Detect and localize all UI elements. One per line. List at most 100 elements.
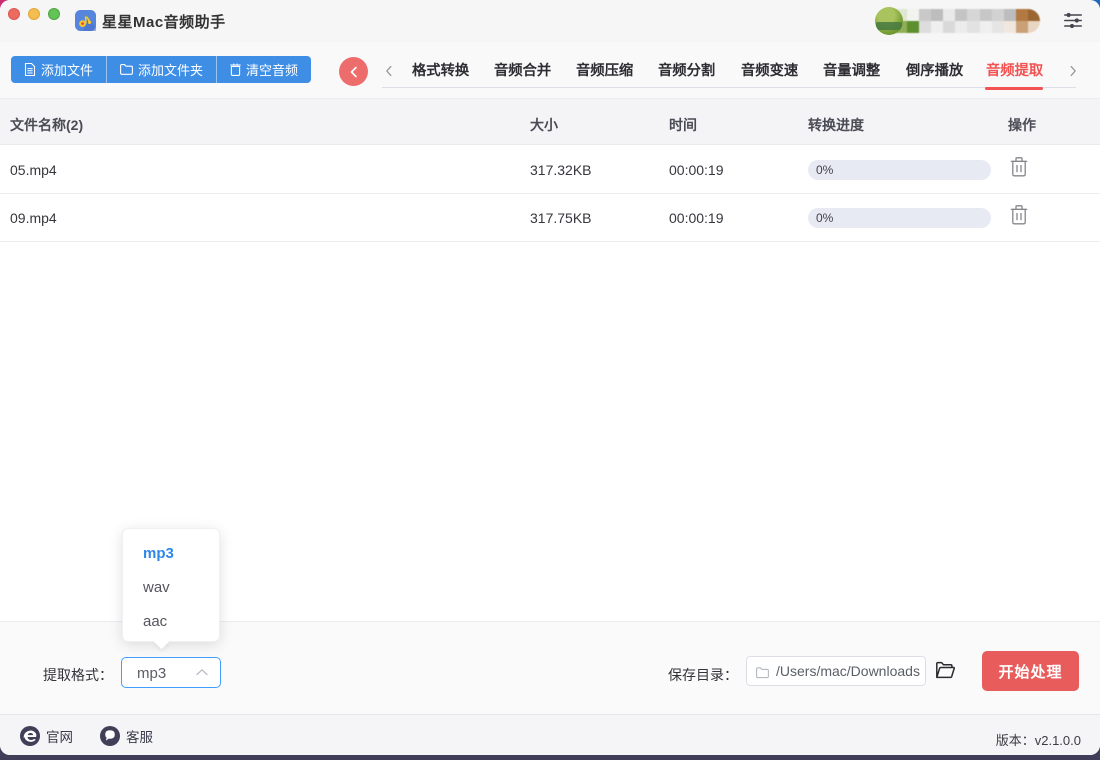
mosaic-block [943, 9, 956, 21]
mosaic-block [955, 9, 968, 21]
browse-folder-button[interactable] [934, 661, 956, 681]
table-row: 05.mp4 317.32KB 00:00:19 0% [0, 146, 1100, 194]
column-progress: 转换进度 [808, 117, 864, 133]
file-name: 09.mp4 [10, 210, 57, 226]
open-folder-icon [936, 661, 956, 679]
chat-icon [100, 725, 120, 746]
settings-sliders-icon[interactable] [1064, 12, 1082, 29]
version-text: 版本：v2.1.0.0 [995, 733, 1081, 748]
mosaic-block [991, 9, 1004, 21]
mosaic-block [943, 21, 956, 33]
tab-reverse-play[interactable]: 倒序播放 [906, 64, 963, 78]
column-size: 大小 [530, 117, 558, 133]
table-row: 09.mp4 317.75KB 00:00:19 0% [0, 194, 1100, 242]
format-label: 提取格式： [43, 667, 113, 683]
folder-icon [756, 667, 769, 679]
official-site-link[interactable]: 官网 [20, 715, 73, 755]
mosaic-block [979, 21, 992, 33]
trash-icon [1010, 157, 1027, 177]
mosaic-block [1003, 9, 1016, 21]
table-header: 文件名称(2) 大小 时间 转换进度 操作 [0, 98, 1100, 145]
tab-audio-compress[interactable]: 音频压缩 [576, 64, 633, 78]
mosaic-block [1027, 9, 1040, 21]
tab-audio-split[interactable]: 音频分割 [658, 64, 715, 78]
collapse-tabs-button[interactable] [339, 57, 368, 86]
file-icon [24, 63, 36, 76]
mosaic-block [967, 21, 980, 33]
customer-support-link[interactable]: 客服 [100, 715, 153, 755]
mosaic-block [931, 9, 944, 21]
format-select[interactable]: mp3 [121, 657, 221, 688]
mosaic-block [1027, 21, 1040, 33]
progress-bar: 0% [808, 208, 991, 228]
tabs-scroll-right-button[interactable] [1065, 63, 1081, 79]
titlebar: 星星Mac音频助手 [0, 0, 1100, 42]
progress-value: 0% [816, 211, 834, 225]
website-icon [20, 725, 40, 746]
mosaic-block [1003, 21, 1016, 33]
dropdown-option-wav[interactable]: wav [123, 571, 219, 605]
add-folder-label: 添加文件夹 [138, 63, 204, 78]
format-selected-value: mp3 [137, 665, 167, 682]
mosaic-block [919, 21, 932, 33]
column-action: 操作 [1008, 117, 1036, 133]
save-dir-input[interactable] [746, 656, 926, 686]
format-dropdown-popup: mp3 wav aac [122, 528, 220, 650]
add-file-label: 添加文件 [41, 63, 94, 78]
file-duration: 00:00:19 [669, 162, 724, 178]
column-name: 文件名称(2) [10, 117, 84, 133]
mosaic-block [979, 9, 992, 21]
censored-username [895, 9, 1040, 33]
delete-row-button[interactable] [1008, 205, 1029, 227]
traffic-light-minimize[interactable] [28, 8, 40, 20]
website-label: 官网 [46, 729, 73, 745]
save-dir-label: 保存目录： [668, 667, 738, 683]
trash-icon [1010, 205, 1027, 225]
folder-icon [120, 64, 133, 75]
traffic-light-maximize[interactable] [48, 8, 60, 20]
toolbar: 添加文件 添加文件夹 清空音频 格式转换 音频合并 音频压缩 音频分割 音频变速… [0, 42, 1100, 98]
active-tab-underline [985, 87, 1043, 90]
file-duration: 00:00:19 [669, 210, 724, 226]
dropdown-option-mp3[interactable]: mp3 [123, 537, 219, 571]
progress-value: 0% [816, 163, 834, 177]
clear-audio-button[interactable]: 清空音频 [216, 56, 312, 83]
chevron-left-icon [350, 66, 357, 77]
app-logo-music-note-icon [75, 10, 96, 31]
mosaic-block [1015, 9, 1028, 21]
add-file-button[interactable]: 添加文件 [11, 56, 107, 83]
delete-row-button[interactable] [1008, 157, 1029, 179]
footer: 官网 客服 版本：v2.1.0.0 [0, 714, 1100, 755]
file-size: 317.75KB [530, 210, 592, 226]
support-label: 客服 [126, 729, 153, 745]
chevron-up-icon [196, 669, 208, 676]
file-name: 05.mp4 [10, 162, 57, 178]
add-folder-button[interactable]: 添加文件夹 [106, 56, 217, 83]
chevron-right-icon [1070, 65, 1076, 77]
mosaic-block [907, 21, 920, 33]
app-title: 星星Mac音频助手 [102, 14, 226, 31]
start-process-button[interactable]: 开始处理 [982, 651, 1079, 691]
tab-format-convert[interactable]: 格式转换 [412, 64, 469, 78]
file-button-group: 添加文件 添加文件夹 清空音频 [11, 56, 312, 83]
column-time: 时间 [669, 117, 697, 133]
user-avatar[interactable] [875, 7, 903, 35]
app-window: 星星Mac音频助手 添加文件 添加文件夹 清空音频 格式转换 音频合并 音频压缩… [0, 0, 1100, 755]
progress-bar: 0% [808, 160, 991, 180]
mosaic-block [919, 9, 932, 21]
dropdown-option-aac[interactable]: aac [123, 605, 219, 639]
tab-bar: 格式转换 音频合并 音频压缩 音频分割 音频变速 音量调整 倒序播放 音频提取 [382, 42, 1076, 88]
tab-audio-merge[interactable]: 音频合并 [494, 64, 551, 78]
mosaic-block [1015, 21, 1028, 33]
mosaic-block [955, 21, 968, 33]
file-size: 317.32KB [530, 162, 592, 178]
mosaic-block [991, 21, 1004, 33]
tab-audio-extract[interactable]: 音频提取 [986, 64, 1043, 78]
clear-audio-label: 清空音频 [246, 63, 299, 78]
traffic-light-close[interactable] [8, 8, 20, 20]
tab-volume-adjust[interactable]: 音量调整 [823, 64, 880, 78]
trash-icon [230, 63, 241, 76]
mosaic-block [907, 9, 920, 21]
mosaic-block [931, 21, 944, 33]
tab-audio-speed[interactable]: 音频变速 [741, 64, 798, 78]
